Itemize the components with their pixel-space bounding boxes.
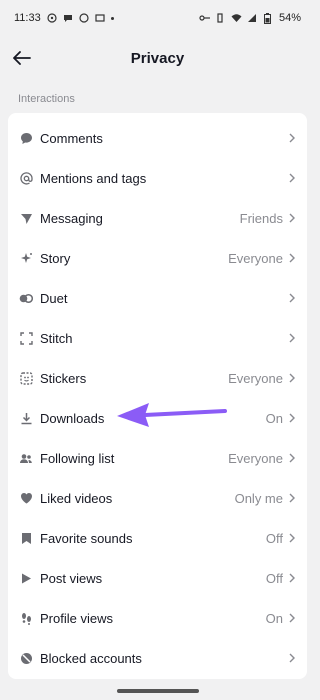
- row-liked-videos[interactable]: Liked videos Only me: [8, 478, 307, 518]
- status-right: 54%: [199, 12, 301, 24]
- row-label: Comments: [40, 130, 103, 146]
- chevron-right-icon: [289, 372, 297, 384]
- heart-icon: [19, 491, 33, 505]
- row-label: Messaging: [40, 210, 103, 226]
- chevron-right-icon: [289, 132, 297, 144]
- row-value: Only me: [234, 490, 283, 506]
- row-label: Stickers: [40, 370, 87, 386]
- chat-icon: [63, 13, 73, 23]
- row-value: Friends: [239, 210, 283, 226]
- chevron-right-icon: [289, 172, 297, 184]
- download-icon: [19, 411, 33, 425]
- back-button[interactable]: [10, 46, 34, 70]
- battery-icon: [263, 13, 273, 24]
- row-blocked-accounts[interactable]: Blocked accounts: [8, 638, 307, 678]
- row-value: On: [265, 610, 283, 626]
- row-value: On: [265, 410, 283, 426]
- row-comments[interactable]: Comments: [8, 118, 307, 158]
- annotation-arrow-icon: [117, 403, 227, 427]
- row-value: Off: [265, 570, 283, 586]
- back-arrow-icon: [13, 51, 31, 65]
- more-notifications-dot: [110, 16, 114, 20]
- row-label: Favorite sounds: [40, 530, 133, 546]
- home-indicator[interactable]: [117, 689, 199, 693]
- signal-icon: [247, 13, 257, 23]
- chevron-right-icon: [289, 652, 297, 664]
- status-left: 11:33: [14, 12, 114, 24]
- row-label: Following list: [40, 450, 115, 466]
- row-profile-views[interactable]: Profile views On: [8, 598, 307, 638]
- row-stickers[interactable]: Stickers Everyone: [8, 358, 307, 398]
- row-label: Story: [40, 250, 71, 266]
- chevron-right-icon: [289, 212, 297, 224]
- duet-icon: [19, 291, 33, 305]
- row-post-views[interactable]: Post views Off: [8, 558, 307, 598]
- row-label: Blocked accounts: [40, 650, 142, 666]
- page-title: Privacy: [130, 49, 185, 67]
- gallery-icon: [95, 13, 105, 23]
- row-value: Everyone: [228, 370, 283, 386]
- people-icon: [19, 451, 33, 465]
- row-label: Profile views: [40, 610, 113, 626]
- vibrate-icon: [215, 13, 225, 23]
- sparkle-icon: [19, 251, 33, 265]
- row-value: Everyone: [228, 250, 283, 266]
- row-favorite-sounds[interactable]: Favorite sounds Off: [8, 518, 307, 558]
- row-stitch[interactable]: Stitch: [8, 318, 307, 358]
- comment-icon: [19, 131, 33, 145]
- row-label: Duet: [40, 290, 68, 306]
- send-icon: [19, 211, 33, 225]
- wifi-icon: [231, 13, 242, 23]
- key-icon: [199, 13, 210, 23]
- row-duet[interactable]: Duet: [8, 278, 307, 318]
- section-label-interactions: Interactions: [18, 93, 75, 105]
- chevron-right-icon: [289, 252, 297, 264]
- row-messaging[interactable]: Messaging Friends: [8, 198, 307, 238]
- row-mentions-and-tags[interactable]: Mentions and tags: [8, 158, 307, 198]
- row-label: Mentions and tags: [40, 170, 147, 186]
- chevron-right-icon: [289, 532, 297, 544]
- chevron-right-icon: [289, 452, 297, 464]
- messenger-icon: [79, 13, 89, 23]
- chevron-right-icon: [289, 572, 297, 584]
- row-value: Off: [265, 530, 283, 546]
- status-time: 11:33: [14, 12, 41, 24]
- chevron-right-icon: [289, 412, 297, 424]
- chevron-right-icon: [289, 612, 297, 624]
- chevron-right-icon: [289, 492, 297, 504]
- footprint-icon: [19, 611, 33, 625]
- row-label: Post views: [40, 570, 103, 586]
- row-label: Liked videos: [40, 490, 113, 506]
- play-icon: [19, 571, 33, 585]
- row-value: Everyone: [228, 450, 283, 466]
- block-icon: [19, 651, 33, 665]
- row-story[interactable]: Story Everyone: [8, 238, 307, 278]
- at-icon: [19, 171, 33, 185]
- row-label: Stitch: [40, 330, 73, 346]
- chevron-right-icon: [289, 292, 297, 304]
- row-following-list[interactable]: Following list Everyone: [8, 438, 307, 478]
- sticker-icon: [19, 371, 33, 385]
- status-bar: 11:33 54%: [0, 0, 315, 36]
- privacy-settings-list: Comments Mentions and tags Messaging Fri…: [8, 113, 307, 679]
- header: Privacy: [0, 36, 315, 80]
- bookmark-icon: [19, 531, 33, 545]
- stitch-icon: [19, 331, 33, 345]
- chevron-right-icon: [289, 332, 297, 344]
- battery-percent: 54%: [278, 12, 301, 24]
- whatsapp-icon: [47, 13, 57, 23]
